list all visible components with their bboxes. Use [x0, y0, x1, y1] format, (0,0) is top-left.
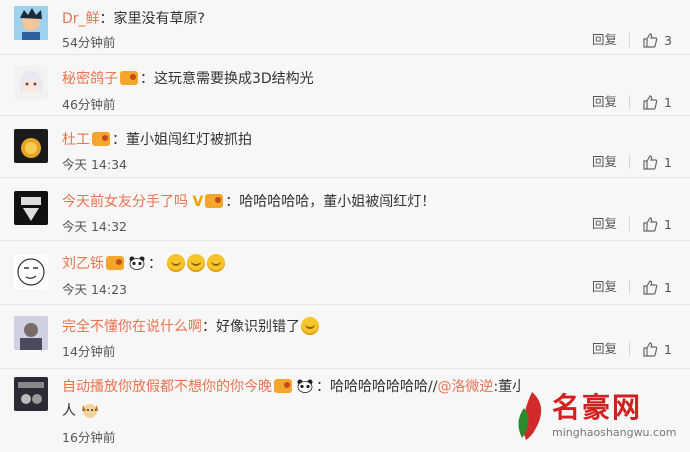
comment-line: 今天前女友分手了吗 V ：哈哈哈哈哈，董小姐被闯红灯！: [62, 194, 436, 210]
comment-actions: 回复 1: [592, 216, 672, 232]
timestamp: 今天 14:34: [62, 157, 127, 172]
comment-line: 自动播放你放假都不想你的你今晚：哈哈哈哈哈哈哈//@洛微逆:董小姐闯了想用空调外…: [62, 376, 520, 396]
like-button[interactable]: 1: [642, 154, 672, 170]
avatar[interactable]: [14, 66, 48, 100]
avatar[interactable]: [14, 191, 48, 225]
timestamp: 今天 14:32: [62, 219, 127, 234]
comment-list: Dr_鲜：家里没有草原? 54分钟前 回复 3 秘密鸽子 ：这玩意需要换成3D结构…: [0, 0, 690, 452]
timestamp: 今天 14:23: [62, 282, 127, 297]
comment-text: 家里没有草原?: [113, 11, 205, 27]
comment-actions: 回复 1: [592, 341, 672, 357]
comment-item: 杜工 ：董小姐闯红灯被抓拍 今天 14:34 回复 1: [0, 116, 690, 178]
like-button[interactable]: 1: [642, 341, 672, 357]
comment-text-line2: 人: [62, 403, 76, 419]
like-button[interactable]: 3: [642, 32, 672, 48]
comment-item: 秘密鸽子 ：这玩意需要换成3D结构光 46分钟前 回复 1: [0, 55, 690, 116]
vip-badge-icon: [106, 256, 124, 270]
thumbs-up-icon: [643, 342, 658, 357]
thumbs-up-icon: [643, 155, 658, 170]
comment-actions: 回复 1: [592, 94, 672, 110]
comment-text: 哈哈哈哈哈哈哈//: [330, 379, 438, 395]
comment-line: Dr_鲜：家里没有草原?: [62, 11, 205, 27]
thumbs-up-icon: [643, 95, 658, 110]
comment-actions: 回复 1: [592, 154, 672, 170]
thumbs-up-icon: [643, 33, 658, 48]
comment-line: 杜工 ：董小姐闯红灯被抓拍: [62, 132, 252, 148]
like-button[interactable]: 1: [642, 94, 672, 110]
comment-text: 哈哈哈哈哈，董小姐被闯红灯！: [239, 194, 436, 210]
like-count: 1: [664, 216, 672, 232]
laugh-emoji-icon: [301, 317, 319, 335]
username-link[interactable]: 秘密鸽子: [62, 71, 118, 87]
like-button[interactable]: 1: [642, 216, 672, 232]
mention-link[interactable]: @洛微逆: [437, 379, 493, 395]
watermark-url: minghaoshangwu.com: [552, 426, 677, 439]
comment-actions: 回复 1: [592, 279, 672, 295]
avatar[interactable]: [14, 255, 48, 289]
reply-button[interactable]: 回复: [592, 217, 631, 231]
v-badge-icon: V: [192, 194, 204, 210]
username-link[interactable]: Dr_鲜: [62, 11, 100, 27]
reply-button[interactable]: 回复: [592, 155, 631, 169]
vip-badge-icon: [92, 132, 110, 146]
comment-item: Dr_鲜：家里没有草原? 54分钟前 回复 3: [0, 0, 690, 55]
leaf-logo-icon: [518, 392, 542, 440]
username-link[interactable]: 杜工: [62, 132, 90, 148]
comment-line: 刘乙铄：: [62, 253, 670, 273]
timestamp: 16分钟前: [62, 430, 116, 445]
comment-line: 秘密鸽子 ：这玩意需要换成3D结构光: [62, 71, 314, 87]
reply-button[interactable]: 回复: [592, 95, 631, 109]
like-count: 3: [664, 32, 672, 48]
comment-text: 好像识别错了: [216, 319, 300, 335]
site-watermark: 名豪网 minghaoshangwu.com: [512, 382, 682, 448]
avatar[interactable]: [14, 6, 48, 40]
panda-badge-icon: [129, 256, 145, 270]
comment-text: 这玩意需要换成3D结构光: [154, 71, 314, 87]
vip-badge-icon: [205, 194, 224, 208]
like-button[interactable]: 1: [642, 279, 672, 295]
username-link[interactable]: 今天前女友分手了吗: [62, 194, 188, 210]
smile-emoji-icon: [187, 254, 206, 272]
watermark-title: 名豪网: [552, 391, 643, 424]
timestamp: 54分钟前: [62, 35, 116, 50]
vip-badge-icon: [120, 71, 138, 85]
comment-line: 完全不懂你在说什么啊：好像识别错了: [62, 316, 670, 336]
comment-item: 刘乙铄： 今天 14:23 回复 1: [0, 241, 690, 305]
like-count: 1: [664, 341, 672, 357]
smile-emoji-icon: [167, 254, 186, 272]
avatar[interactable]: [14, 129, 48, 163]
comment-item: 完全不懂你在说什么啊：好像识别错了 14分钟前 回复 1: [0, 305, 690, 369]
timestamp: 46分钟前: [62, 97, 116, 112]
thumbs-up-icon: [643, 217, 658, 232]
panda-badge-icon: [297, 379, 313, 393]
reply-button[interactable]: 回复: [592, 280, 631, 294]
reply-button[interactable]: 回复: [592, 342, 631, 356]
comment-text: 董小姐闯红灯被抓拍: [126, 132, 252, 148]
timestamp: 14分钟前: [62, 344, 116, 359]
thumbs-up-icon: [643, 280, 658, 295]
avatar[interactable]: [14, 316, 48, 350]
comment-actions: 回复 3: [592, 32, 672, 48]
vip-badge-icon: [274, 379, 292, 393]
comment-item: 今天前女友分手了吗 V ：哈哈哈哈哈，董小姐被闯红灯！ 今天 14:32 回复 1: [0, 178, 690, 241]
like-count: 1: [664, 154, 672, 170]
reply-button[interactable]: 回复: [592, 33, 631, 47]
avatar[interactable]: [14, 377, 48, 411]
username-link[interactable]: 自动播放你放假都不想你的你今晚: [62, 379, 272, 395]
username-link[interactable]: 完全不懂你在说什么啊: [62, 319, 202, 335]
smile-emoji-icon: [207, 254, 226, 272]
like-count: 1: [664, 94, 672, 110]
username-link[interactable]: 刘乙铄: [62, 256, 104, 272]
like-count: 1: [664, 279, 672, 295]
dog-emoji-icon: [82, 404, 99, 418]
